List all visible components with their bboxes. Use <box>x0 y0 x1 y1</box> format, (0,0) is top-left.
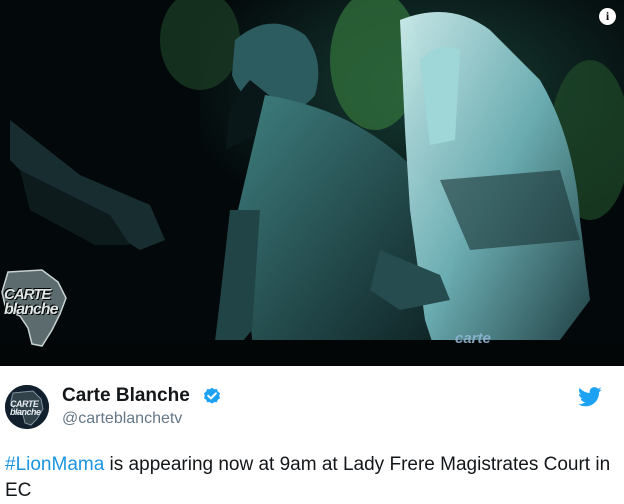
avatar[interactable]: CARTE blanche <box>5 385 49 429</box>
tweet-media-image[interactable]: i CARTE blanche carte <box>0 0 624 366</box>
carte-watermark-caption: carte <box>455 330 491 347</box>
carte-blanche-watermark: CARTE blanche <box>0 268 70 350</box>
twitter-bird-icon[interactable] <box>578 387 602 407</box>
user-handle[interactable]: @carteblanchetv <box>62 410 182 428</box>
info-icon[interactable]: i <box>599 8 616 25</box>
verified-badge-icon <box>204 387 220 404</box>
watermark-text-line2: blanche <box>4 301 58 318</box>
avatar-text: CARTE blanche <box>10 400 41 417</box>
hashtag-link[interactable]: #LionMama <box>5 454 104 475</box>
display-name[interactable]: Carte Blanche <box>62 385 190 407</box>
avatar-text-line2: blanche <box>10 407 41 417</box>
night-scene-photo <box>0 0 624 366</box>
tweet-card[interactable]: CARTE blanche Carte Blanche @carteblanch… <box>0 366 624 501</box>
tweet-text: #LionMama is appearing now at 9am at Lad… <box>5 452 615 504</box>
